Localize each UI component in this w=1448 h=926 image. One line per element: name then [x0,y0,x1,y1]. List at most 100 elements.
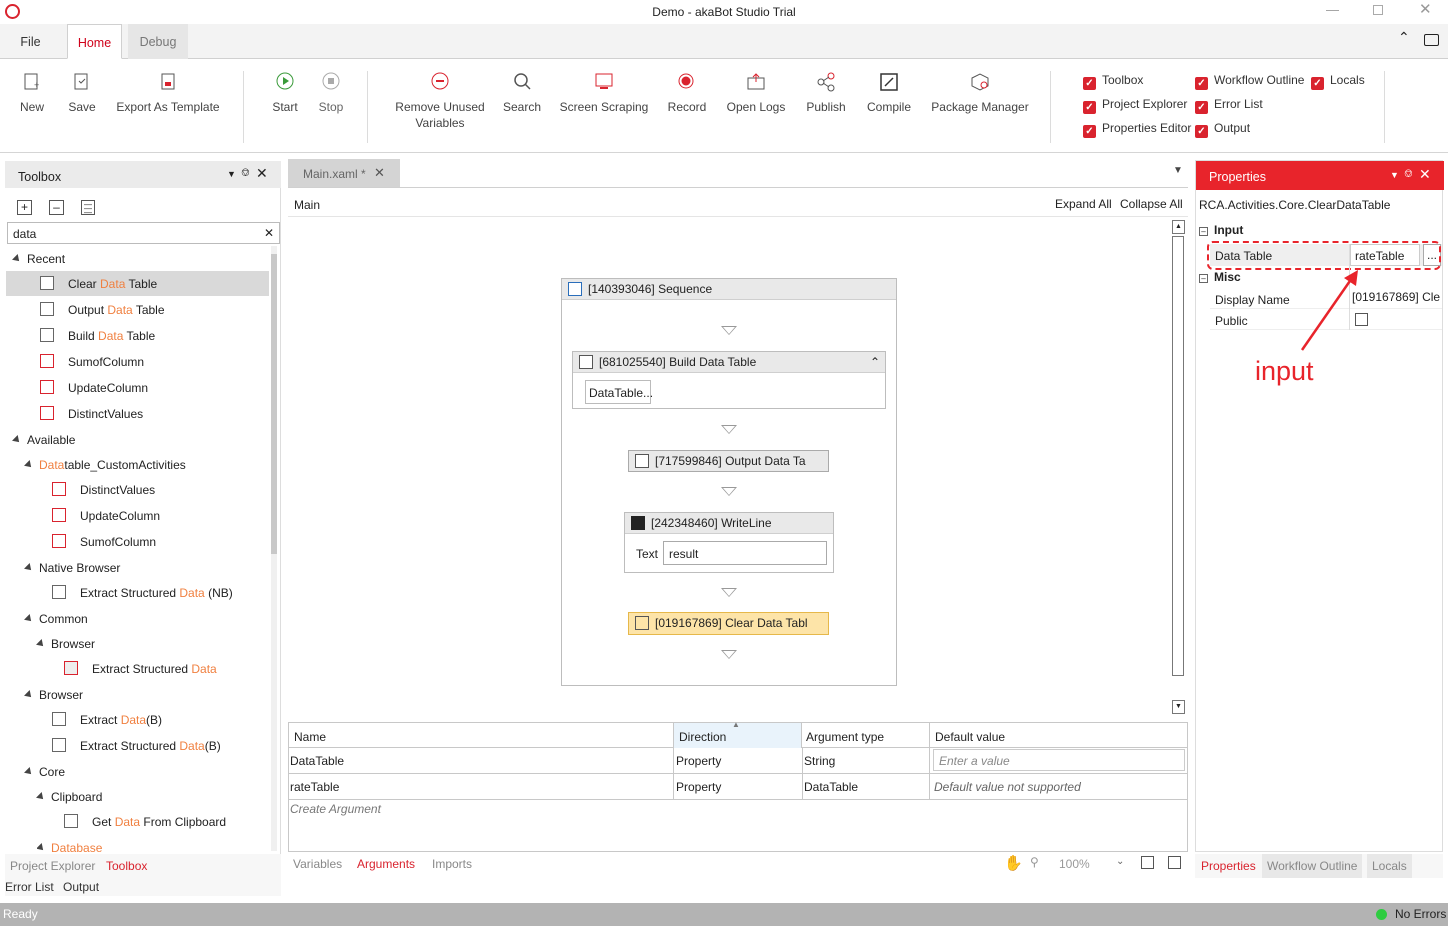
arg-type[interactable]: DataTable [804,780,858,794]
tab-locals[interactable]: Locals [1367,854,1412,878]
collapse-ribbon-icon[interactable]: ⌃ [1398,29,1410,46]
feedback-icon[interactable] [1424,34,1439,46]
tree-item-distinctvalues[interactable]: DistinctValues [52,479,155,501]
dropdown-icon[interactable]: ▼ [227,169,236,179]
remove-unused-variables-button[interactable]: Remove Unused Variables [390,71,490,131]
create-argument-row[interactable]: Create Argument [290,802,381,816]
tree-item-distinctvalues[interactable]: DistinctValues [40,403,143,425]
drop-arrow[interactable] [721,425,737,434]
toggle-locals[interactable]: ✓ Locals [1311,73,1365,90]
expand-all-link[interactable]: Expand All [1055,197,1112,211]
open-logs-button[interactable]: Open Logs [724,71,788,115]
tab-project-explorer[interactable]: Project Explorer [10,859,95,873]
output-data-table-activity[interactable]: [717599846] Output Data Ta [628,450,829,472]
new-button[interactable]: + New [12,71,52,115]
tree-group-browser[interactable]: Browser [24,684,83,706]
pin-icon[interactable]: ⎊ [241,167,250,180]
scrollbar-thumb[interactable] [271,254,277,554]
tree-item-get-data-from-clipboard[interactable]: Get Data From Clipboard [64,811,226,833]
toolbox-search-input[interactable]: data ✕ [7,222,280,244]
tree-item-extract-structured-data[interactable]: Extract Structured Data [64,658,217,680]
col-header-direction[interactable]: Direction ▲ [673,720,802,748]
tree-item-updatecolumn[interactable]: UpdateColumn [52,505,160,527]
tree-group-core[interactable]: Core [24,761,65,783]
tree-group-available[interactable]: Available [12,429,75,451]
tab-file[interactable]: File [8,24,53,59]
writeline-activity[interactable]: [242348460] WriteLine Text result [624,512,834,573]
build-data-table-activity[interactable]: [681025540] Build Data Table ⌃ DataTable.… [572,351,886,409]
drop-arrow[interactable] [721,487,737,496]
arg-name[interactable]: DataTable [290,754,344,768]
collapse-activity-icon[interactable]: ⌃ [870,352,880,372]
breadcrumb[interactable]: Main [294,198,320,212]
arg-type[interactable]: String [804,754,835,768]
drop-arrow[interactable] [721,326,737,335]
writeline-text-input[interactable]: result [663,541,827,565]
tab-arguments[interactable]: Arguments [357,857,415,871]
tree-item-extract-data-b[interactable]: Extract Data(B) [52,709,162,731]
datatable-button[interactable]: DataTable... [585,380,653,404]
tab-toolbox[interactable]: Toolbox [106,859,147,873]
zoom-level[interactable]: 100% [1059,857,1090,871]
tree-group-database[interactable]: Database [37,837,102,854]
clear-data-table-header[interactable]: [019167869] Clear Data Tabl [629,613,828,634]
screen-scraping-button[interactable]: Screen Scraping [558,71,650,115]
arg-default-input[interactable]: Enter a value [933,749,1185,771]
close-panel-icon[interactable]: ✕ [256,165,268,182]
toggle-error-list[interactable]: ✓ Error List [1195,97,1263,114]
scroll-up-icon[interactable]: ▲ [1172,220,1185,234]
sequence-header[interactable]: [140393046] Sequence [562,279,896,300]
tree-item-sumofcolumn[interactable]: SumofColumn [52,531,156,553]
tab-imports[interactable]: Imports [432,857,472,871]
fit-screen-icon[interactable] [1141,856,1154,869]
scrollbar-thumb[interactable] [1172,236,1184,676]
tree-group-datatable-custom[interactable]: Datatable_CustomActivities [24,454,186,476]
expand-all-icon[interactable]: + [17,200,32,215]
dropdown-icon[interactable]: ▼ [1390,170,1399,180]
close-icon[interactable]: ✕ [1419,0,1432,18]
tab-debug[interactable]: Debug [128,24,188,59]
drop-arrow[interactable] [721,650,737,659]
toggle-project-explorer[interactable]: ✓ Project Explorer [1083,97,1187,114]
search-button[interactable]: Search [500,71,544,115]
drop-arrow[interactable] [721,588,737,597]
output-data-table-header[interactable]: [717599846] Output Data Ta [629,451,828,471]
col-header-type[interactable]: Argument type [806,730,884,744]
publish-button[interactable]: Publish [802,71,850,115]
overview-icon[interactable] [1168,856,1181,869]
tab-workflow-outline[interactable]: Workflow Outline [1262,854,1363,878]
tree-group-native-browser[interactable]: Native Browser [24,557,120,579]
tree-item-updatecolumn[interactable]: UpdateColumn [40,377,148,399]
tree-item-output-data-table[interactable]: Output Data Table [40,299,165,321]
arg-direction[interactable]: Property [676,754,721,768]
tab-overflow-icon[interactable]: ▼ [1173,165,1183,176]
misc-section[interactable]: – Misc [1199,270,1241,284]
toggle-output[interactable]: ✓ Output [1195,121,1250,138]
pin-icon[interactable]: ⎊ [1404,168,1413,181]
list-view-icon[interactable]: — — — [81,200,95,217]
tab-properties[interactable]: Properties [1201,859,1256,873]
package-manager-button[interactable]: Package Manager [930,71,1030,115]
collapse-all-link[interactable]: Collapse All [1120,197,1183,211]
clear-data-table-activity[interactable]: [019167869] Clear Data Tabl [628,612,829,635]
zoom-icon[interactable]: ⚲ [1030,855,1039,869]
toggle-properties-editor[interactable]: ✓ Properties Editor [1083,121,1191,138]
argument-row[interactable]: rateTable Property DataTable Default val… [289,774,1187,800]
zoom-dropdown-icon[interactable]: ⌄ [1116,856,1124,867]
col-header-default[interactable]: Default value [935,730,1005,744]
tree-group-common[interactable]: Common [24,608,88,630]
canvas-vscrollbar[interactable]: ▲ ▼ [1171,218,1186,718]
tree-group-recent[interactable]: Recent [12,248,65,270]
maximize-icon[interactable] [1373,5,1383,15]
build-data-table-header[interactable]: [681025540] Build Data Table ⌃ [573,352,885,373]
tree-group-common-browser[interactable]: Browser [36,633,95,655]
arg-name[interactable]: rateTable [290,780,339,794]
tab-home[interactable]: Home [67,24,122,59]
arg-direction[interactable]: Property [676,780,721,794]
toolbox-scrollbar[interactable] [271,246,277,851]
tree-item-extract-structured-data-b[interactable]: Extract Structured Data(B) [52,735,221,757]
close-panel-icon[interactable]: ✕ [1419,166,1431,183]
tab-variables[interactable]: Variables [293,857,342,871]
input-section[interactable]: – Input [1199,223,1243,237]
tree-item-clear-data-table[interactable]: Clear Data Table [40,273,157,295]
